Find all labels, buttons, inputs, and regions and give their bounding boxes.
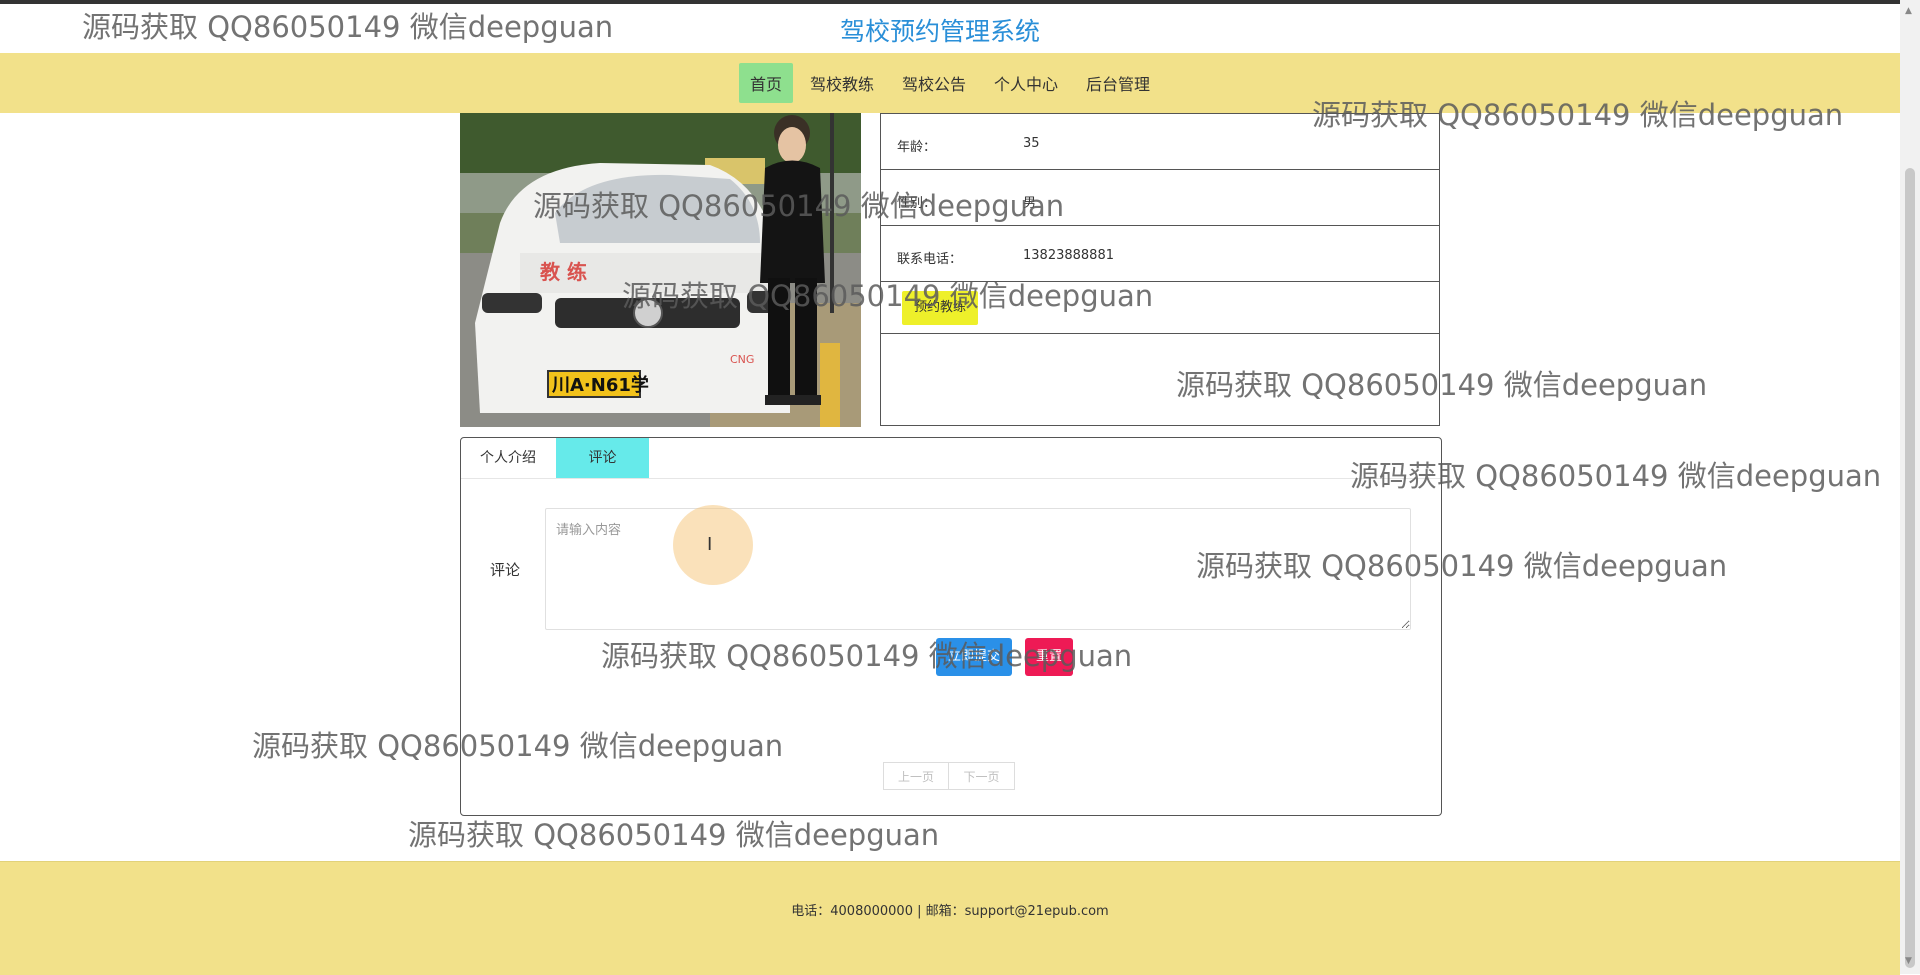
book-coach-button[interactable]: 预约教练 xyxy=(902,291,978,325)
tabs-panel: 个人介绍 评论 评论 I 立即提交 重置 上一页 下一页 xyxy=(460,437,1442,816)
top-border xyxy=(0,0,1920,4)
comment-label: 评论 xyxy=(490,561,521,579)
site-title: 驾校预约管理系统 xyxy=(839,17,1040,46)
plate-text: 川A·N61学 xyxy=(551,374,649,396)
nav-item-home[interactable]: 首页 xyxy=(738,63,793,103)
footer: 电话：4008000000 | 邮箱：support@21epub.com xyxy=(0,861,1900,975)
comment-input[interactable] xyxy=(545,508,1411,630)
watermark: 源码获取 QQ86050149 微信deepguan xyxy=(408,818,940,852)
info-row-phone: 联系电话： 13823888881 xyxy=(881,225,1439,281)
nav-item-coaches[interactable]: 驾校教练 xyxy=(799,63,885,103)
coach-info-table: 年龄： 35 性别： 男 联系电话： 13823888881 预约教练 xyxy=(880,113,1440,426)
scroll-up-icon[interactable]: ▲ xyxy=(1905,6,1912,16)
nav-item-profile[interactable]: 个人中心 xyxy=(983,63,1069,103)
main-nav: 首页 驾校教练 驾校公告 个人中心 后台管理 xyxy=(0,53,1900,113)
submit-button[interactable]: 立即提交 xyxy=(936,638,1012,676)
nav-item-announcements[interactable]: 驾校公告 xyxy=(891,63,977,103)
info-row-gender: 性别： 男 xyxy=(881,169,1439,225)
next-page-button[interactable]: 下一页 xyxy=(949,762,1015,790)
phone-value: 13823888881 xyxy=(1023,248,1114,263)
page-scrollbar[interactable]: ▲ ▼ xyxy=(1900,0,1920,974)
car-logo-text: 教 练 xyxy=(540,260,587,284)
info-row-age: 年龄： 35 xyxy=(881,113,1439,169)
age-value: 35 xyxy=(1023,136,1040,151)
info-row-empty xyxy=(881,333,1439,426)
phone-label: 联系电话： xyxy=(897,252,963,267)
reset-button[interactable]: 重置 xyxy=(1025,638,1073,676)
tab-introduction[interactable]: 个人介绍 xyxy=(461,438,555,478)
cng-text: CNG xyxy=(730,353,754,366)
prev-page-button[interactable]: 上一页 xyxy=(883,762,949,790)
scroll-down-icon[interactable]: ▼ xyxy=(1905,956,1912,966)
nav-item-admin[interactable]: 后台管理 xyxy=(1075,63,1161,103)
scroll-thumb[interactable] xyxy=(1905,168,1915,968)
footer-contact: 电话：4008000000 | 邮箱：support@21epub.com xyxy=(791,904,1109,919)
info-row-action: 预约教练 xyxy=(881,281,1439,333)
gender-label: 性别： xyxy=(897,196,937,211)
coach-photo: 川A·N61学 教 练 CNG xyxy=(460,113,861,427)
tab-comments[interactable]: 评论 xyxy=(556,438,649,478)
gender-value: 男 xyxy=(1023,196,1037,211)
tab-bar: 个人介绍 评论 xyxy=(461,438,1441,479)
age-label: 年龄： xyxy=(897,140,937,155)
pagination: 上一页 下一页 xyxy=(883,762,1015,790)
